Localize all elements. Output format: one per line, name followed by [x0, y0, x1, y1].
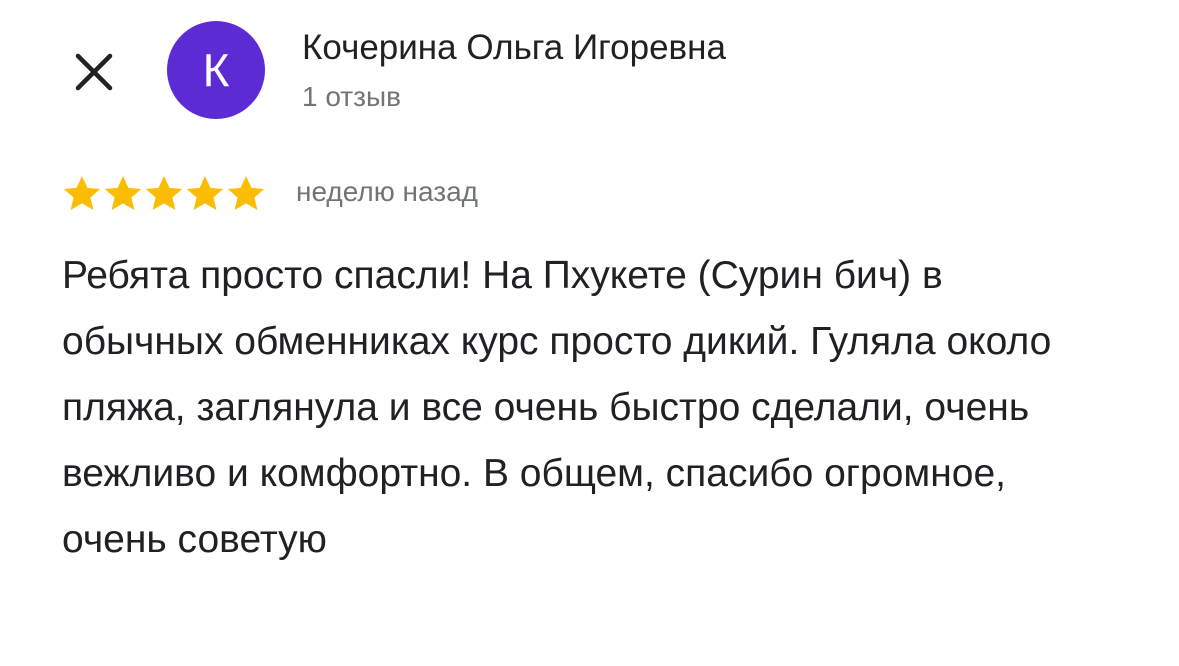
review-text: Ребята просто спасли! На Пхукете (Сурин … [62, 254, 1052, 561]
star-icon [186, 175, 224, 211]
avatar[interactable]: К [167, 21, 265, 119]
star-icon [145, 175, 183, 211]
review-count: 1 отзыв [302, 81, 401, 112]
close-button[interactable] [66, 44, 122, 100]
close-icon [75, 53, 113, 91]
star-icon [227, 175, 265, 211]
star-rating [62, 173, 267, 213]
star-icon [63, 175, 101, 211]
review-time: неделю назад [296, 176, 478, 207]
author-name[interactable]: Кочерина Ольга Игоревна [302, 26, 726, 70]
star-icon [104, 175, 142, 211]
avatar-letter: К [202, 44, 230, 96]
